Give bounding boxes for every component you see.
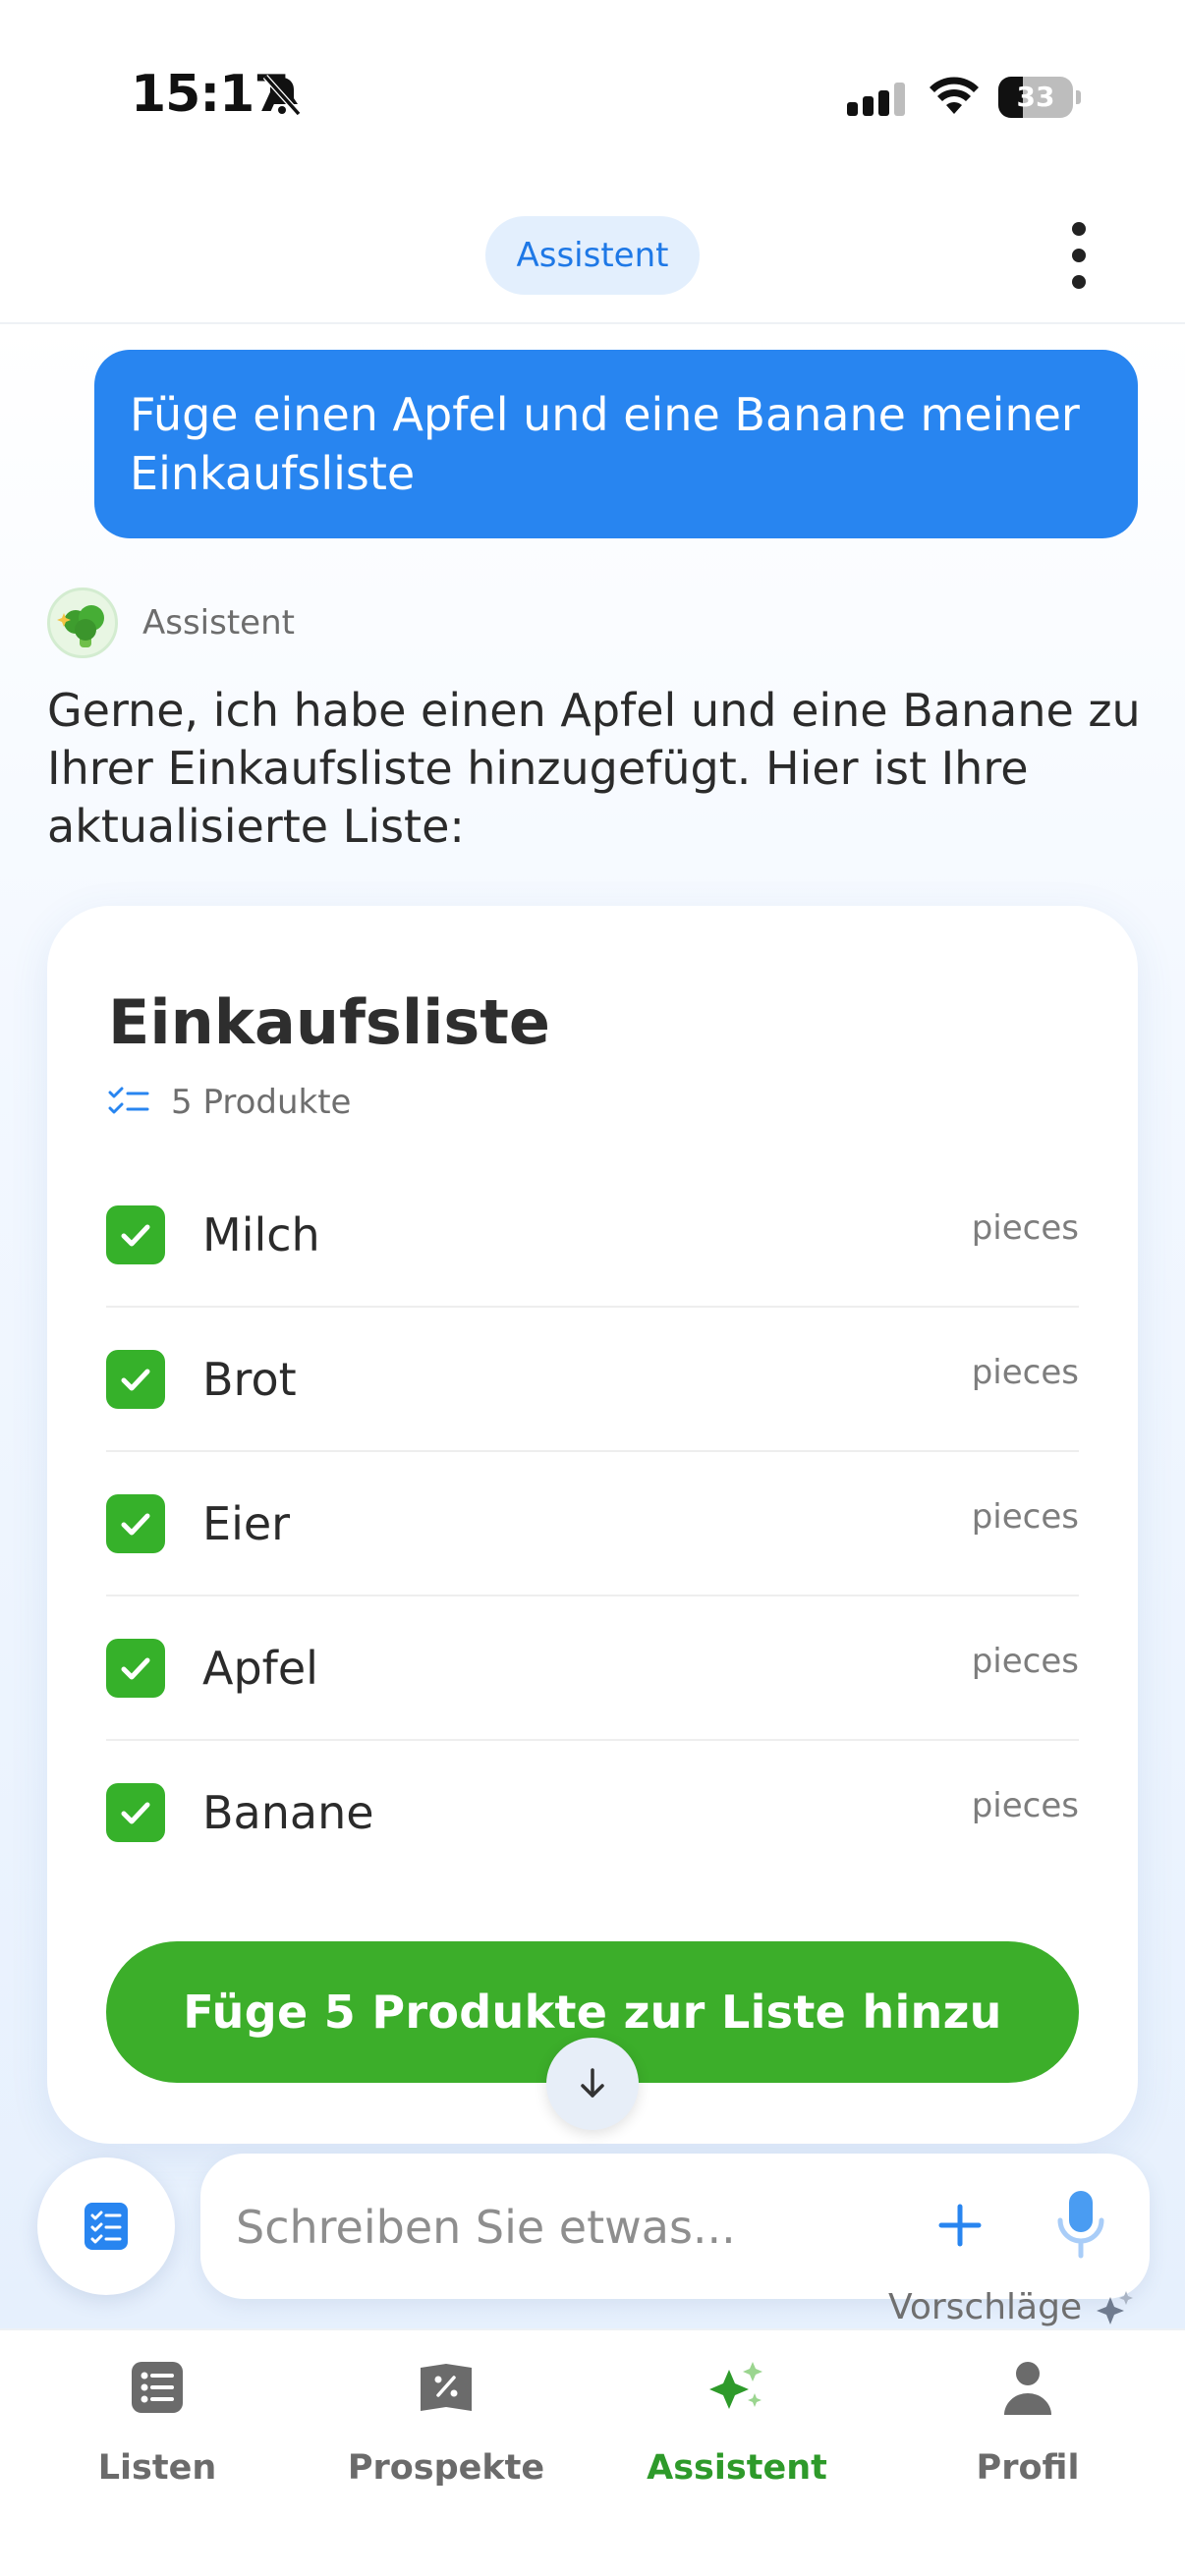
page-title: Assistent	[485, 216, 700, 295]
checkmark-icon	[121, 1802, 150, 1824]
battery-percent: 33	[1016, 81, 1055, 113]
flyer-percent-icon	[421, 2364, 472, 2411]
wifi-icon	[930, 77, 979, 114]
tab-profil[interactable]: Profil	[910, 2348, 1146, 2495]
checkmark-icon	[121, 1513, 150, 1536]
item-checkbox[interactable]	[106, 1494, 165, 1553]
list-icon	[85, 2203, 128, 2250]
checklist-icon	[108, 1087, 149, 1114]
item-unit: pieces	[971, 1642, 1079, 1681]
list-item: Eier pieces	[106, 1452, 1079, 1596]
item-checkbox[interactable]	[106, 1205, 165, 1264]
message-input[interactable]: Schreiben Sie etwas...	[200, 2154, 1150, 2299]
checkmark-icon	[121, 1369, 150, 1391]
app-header: Assistent	[0, 187, 1185, 324]
item-unit: pieces	[971, 1208, 1079, 1248]
product-count: 5 Produkte	[171, 1083, 352, 1122]
sparkles-tab-icon	[709, 2362, 762, 2409]
assistant-message: Gerne, ich habe einen Apfel und eine Ban…	[47, 684, 1141, 853]
item-unit: pieces	[971, 1497, 1079, 1537]
scroll-down-button[interactable]	[546, 2038, 639, 2130]
bell-muted-icon	[262, 74, 302, 117]
open-list-button[interactable]	[37, 2157, 175, 2295]
tab-label: Assistent	[647, 2448, 827, 2488]
item-name: Brot	[202, 1353, 297, 1406]
item-unit: pieces	[971, 1353, 1079, 1392]
tab-label: Prospekte	[347, 2448, 545, 2488]
plus-icon[interactable]	[935, 2201, 985, 2250]
checkmark-icon	[121, 1657, 150, 1680]
list-item: Apfel pieces	[106, 1596, 1079, 1741]
sparkle-icon	[1097, 2291, 1133, 2324]
card-title: Einkaufsliste	[108, 986, 550, 1058]
status-bar: 15:17 33	[0, 0, 1185, 187]
tab-label: Listen	[97, 2448, 217, 2488]
tab-listen[interactable]: Listen	[39, 2348, 275, 2495]
item-checkbox[interactable]	[106, 1783, 165, 1842]
microphone-icon[interactable]	[1053, 2189, 1108, 2260]
assistant-name: Assistent	[142, 603, 295, 643]
user-message-bubble: Füge einen Apfel und eine Banane meiner …	[94, 350, 1138, 538]
item-checkbox[interactable]	[106, 1350, 165, 1409]
item-name: Apfel	[202, 1642, 318, 1695]
item-list: Milch pieces Brot pieces Eier pieces Apf…	[106, 1163, 1079, 1885]
bottom-tab-bar: Listen Prospekte Assistent Profil	[0, 2328, 1185, 2576]
broccoli-icon	[57, 605, 104, 647]
tab-label: Profil	[976, 2448, 1080, 2488]
tab-assistent[interactable]: Assistent	[619, 2348, 855, 2495]
item-name: Banane	[202, 1786, 374, 1839]
list-item: Brot pieces	[106, 1308, 1079, 1452]
tab-prospekte[interactable]: Prospekte	[328, 2348, 564, 2495]
more-options-icon[interactable]	[1059, 222, 1099, 289]
shopping-list-card: Einkaufsliste 5 Produkte Milch pieces Br…	[47, 906, 1138, 2144]
list-item: Banane pieces	[106, 1741, 1079, 1885]
person-icon	[1004, 2362, 1051, 2415]
item-unit: pieces	[971, 1786, 1079, 1825]
checkmark-icon	[121, 1224, 150, 1247]
list-tab-icon	[132, 2362, 183, 2413]
cellular-signal-icon	[847, 83, 905, 116]
message-placeholder: Schreiben Sie etwas...	[236, 2201, 736, 2254]
suggestions-label[interactable]: Vorschläge	[888, 2287, 1082, 2327]
list-item: Milch pieces	[106, 1163, 1079, 1308]
assistant-screen: 15:17 33 Assistent Füge einen Apfel und …	[0, 0, 1185, 2576]
battery-indicator: 33	[998, 77, 1081, 118]
item-checkbox[interactable]	[106, 1639, 165, 1698]
chat-area: Füge einen Apfel und eine Banane meiner …	[0, 324, 1185, 2328]
assistant-avatar	[47, 588, 118, 658]
arrow-down-icon	[581, 2068, 604, 2098]
item-name: Eier	[202, 1497, 291, 1550]
item-name: Milch	[202, 1208, 320, 1261]
